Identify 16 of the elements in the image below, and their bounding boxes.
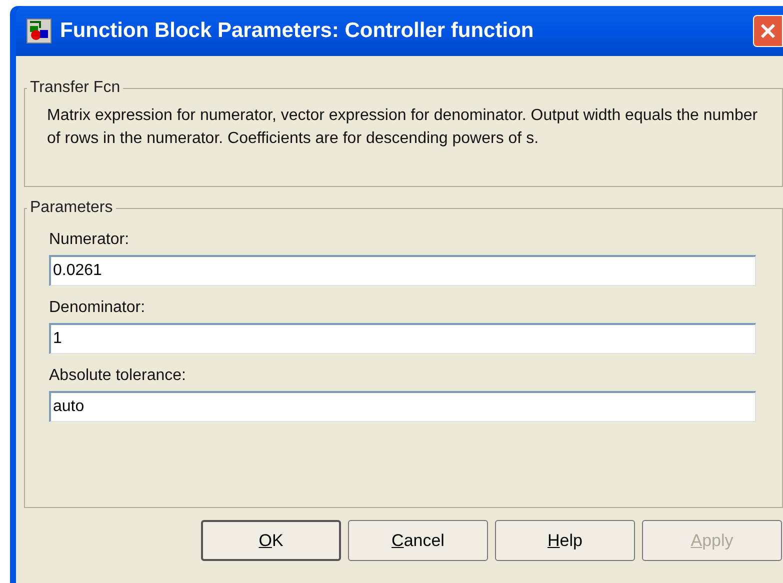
- dialog-button[interactable]: OK: [201, 520, 341, 561]
- input-field[interactable]: auto: [49, 391, 756, 422]
- dialog-button[interactable]: Cancel: [348, 520, 488, 561]
- group-title: Parameters: [29, 198, 114, 218]
- field-label: Numerator:: [49, 230, 130, 250]
- close-button[interactable]: [753, 15, 783, 47]
- input-field[interactable]: 1: [49, 323, 756, 354]
- description-text: Matrix expression for numerator, vector expression for denominator. Output width equals the number of rows in the numerator. Coefficients are for descending powers of s.: [47, 106, 759, 149]
- block-diagram-icon: [26, 18, 52, 44]
- field-label: Absolute tolerance:: [49, 366, 187, 386]
- group-title: Transfer Fcn: [29, 78, 122, 98]
- input-field[interactable]: 0.0261: [49, 255, 756, 286]
- close-icon: [759, 22, 777, 40]
- field-label: Denominator:: [49, 298, 146, 318]
- window-title: Function Block Parameters: Controller function: [60, 18, 534, 44]
- dialog-button[interactable]: Help: [495, 520, 635, 561]
